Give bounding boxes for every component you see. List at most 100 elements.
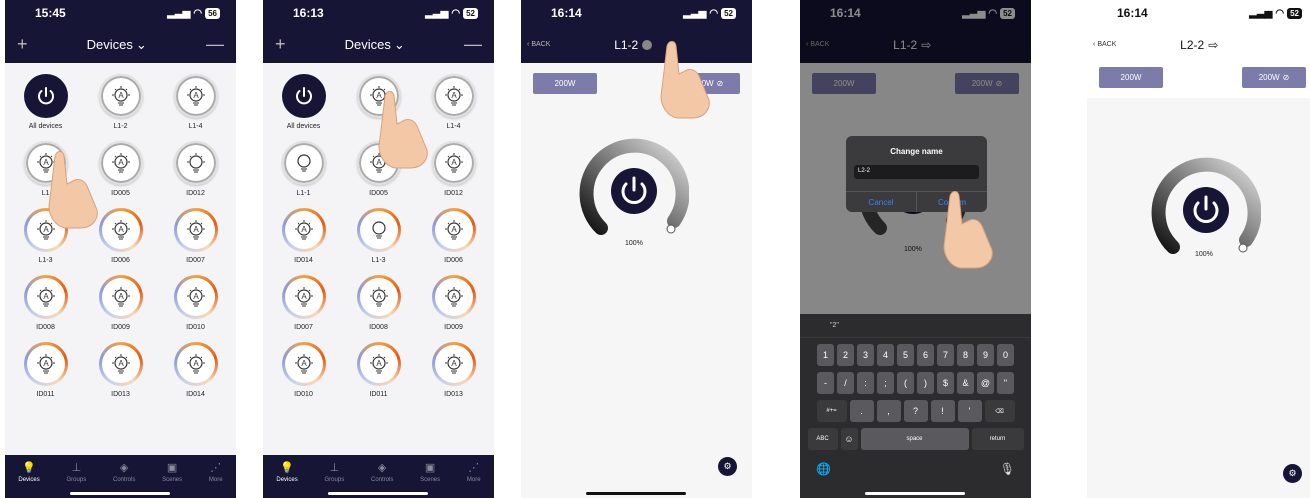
wattage-right-button[interactable]: 200W ⊘ (1242, 67, 1306, 88)
device-tile[interactable]: A L1-4 (158, 74, 233, 132)
key[interactable]: 9 (977, 344, 994, 366)
rename-icon[interactable]: ⇨ (1208, 38, 1218, 52)
controls-icon: ◈ (377, 462, 387, 474)
key[interactable]: " (997, 372, 1014, 394)
key[interactable]: ! (930, 400, 955, 422)
device-tile[interactable]: A L1-2 (83, 74, 158, 132)
backspace-icon[interactable]: ⌫ (984, 400, 1015, 422)
key[interactable]: 2 (837, 344, 854, 366)
keyboard-suggestion[interactable]: "2" (800, 314, 1031, 338)
device-tile[interactable]: A ID013 (83, 342, 158, 400)
device-tile[interactable]: A ID013 (416, 342, 491, 400)
status-time: 16:14 (551, 6, 582, 20)
remove-device-button[interactable]: — (206, 34, 224, 55)
key[interactable]: 7 (937, 344, 954, 366)
emoji-key-icon[interactable]: ☺ (840, 428, 858, 450)
devices-dropdown[interactable]: Devices ⌄ (87, 37, 147, 53)
key[interactable]: $ (937, 372, 954, 394)
key[interactable]: / (837, 372, 854, 394)
device-tile[interactable]: All devices (8, 74, 83, 132)
brightness-dial[interactable] (1151, 152, 1261, 262)
device-tile[interactable]: L1-1 (266, 141, 341, 199)
tab-devices[interactable]: 💡 Devices (276, 461, 297, 498)
tab-label: Groups (324, 477, 345, 483)
key[interactable]: 8 (957, 344, 974, 366)
device-tile[interactable]: L1-3 (341, 208, 416, 266)
key[interactable]: : (857, 372, 874, 394)
key[interactable]: , (876, 400, 901, 422)
device-tile[interactable]: ID012 (158, 141, 233, 199)
key[interactable]: ( (897, 372, 914, 394)
add-device-button[interactable]: + (275, 34, 286, 55)
device-label: ID005 (369, 190, 388, 197)
devices-dropdown[interactable]: Devices ⌄ (345, 37, 405, 53)
key[interactable]: & (957, 372, 974, 394)
back-button[interactable]: ‹ BACK (527, 41, 550, 48)
key[interactable]: 6 (917, 344, 934, 366)
device-tile[interactable]: A ID010 (266, 342, 341, 400)
key-return[interactable]: return (971, 428, 1024, 450)
signal-icon: ▂▃▅ (683, 7, 707, 19)
device-tile[interactable]: A ID007 (266, 275, 341, 333)
hand-pointer-icon (378, 91, 428, 169)
device-label: ID007 (186, 257, 205, 264)
key[interactable]: ? (903, 400, 928, 422)
auto-bulb-icon: A (356, 275, 401, 319)
key[interactable]: 5 (897, 344, 914, 366)
device-tile[interactable]: A ID014 (158, 342, 233, 400)
brightness-percent: 100% (1195, 251, 1213, 258)
home-indicator (865, 492, 965, 495)
auto-bulb-icon: A (431, 275, 476, 319)
globe-icon[interactable]: 🌐 (816, 462, 831, 476)
device-tile[interactable]: A ID014 (266, 208, 341, 266)
rename-icon[interactable] (642, 39, 653, 50)
key[interactable]: ; (877, 372, 894, 394)
device-tile[interactable]: A ID010 (158, 275, 233, 333)
key[interactable]: ) (917, 372, 934, 394)
device-tile[interactable]: A ID006 (416, 208, 491, 266)
auto-bulb-icon: A (356, 342, 401, 386)
device-grid: All devices A L1-2 A L1-4 A L1 A ID005 ID012 A L1-3… (5, 63, 236, 400)
device-tile[interactable]: A ID008 (341, 275, 416, 333)
key-symbols-toggle[interactable]: #+= (816, 400, 847, 422)
key[interactable]: 3 (857, 344, 874, 366)
device-title[interactable]: L2-2 ⇨ (1180, 38, 1218, 52)
key[interactable]: . (849, 400, 874, 422)
device-tile[interactable]: A ID009 (83, 275, 158, 333)
key[interactable]: 4 (877, 344, 894, 366)
wattage-left-button[interactable]: 200W (1099, 67, 1163, 88)
device-tile[interactable]: A ID011 (341, 342, 416, 400)
microphone-icon[interactable]: 🎙 (1000, 462, 1015, 476)
key[interactable]: - (817, 372, 834, 394)
remote-icon[interactable]: ⚙ (1283, 464, 1302, 483)
name-input[interactable]: L2-2 (854, 165, 979, 179)
key-space[interactable]: space (860, 428, 969, 450)
svg-text:A: A (451, 91, 457, 100)
brightness-dial[interactable] (579, 133, 689, 243)
add-device-button[interactable]: + (17, 34, 28, 55)
device-label: L1-4 (446, 123, 461, 130)
device-tile[interactable]: A ID007 (158, 208, 233, 266)
device-tile[interactable]: All devices (266, 74, 341, 132)
device-tile[interactable]: A ID008 (8, 275, 83, 333)
groups-icon: ⊥ (71, 462, 82, 474)
key[interactable]: @ (977, 372, 994, 394)
device-tile[interactable]: A ID011 (8, 342, 83, 400)
cancel-button[interactable]: Cancel (846, 192, 916, 212)
key-abc[interactable]: ABC (807, 428, 838, 450)
wattage-left-button[interactable]: 200W (533, 73, 597, 94)
tab-more[interactable]: ⋰ More (209, 461, 223, 498)
remote-icon[interactable]: ⚙ (718, 457, 737, 476)
tab-devices[interactable]: 💡 Devices (18, 461, 39, 498)
auto-bulb-icon: A (98, 342, 143, 386)
svg-text:A: A (118, 158, 124, 167)
back-button[interactable]: ‹ BACK (1093, 41, 1116, 48)
key[interactable]: ' (957, 400, 982, 422)
key[interactable]: 1 (817, 344, 834, 366)
tab-more[interactable]: ⋰ More (467, 461, 481, 498)
device-tile[interactable]: A ID009 (416, 275, 491, 333)
device-title[interactable]: L1-2 (614, 38, 653, 52)
key[interactable]: 0 (997, 344, 1014, 366)
svg-text:A: A (451, 158, 457, 167)
remove-device-button[interactable]: — (464, 34, 482, 55)
